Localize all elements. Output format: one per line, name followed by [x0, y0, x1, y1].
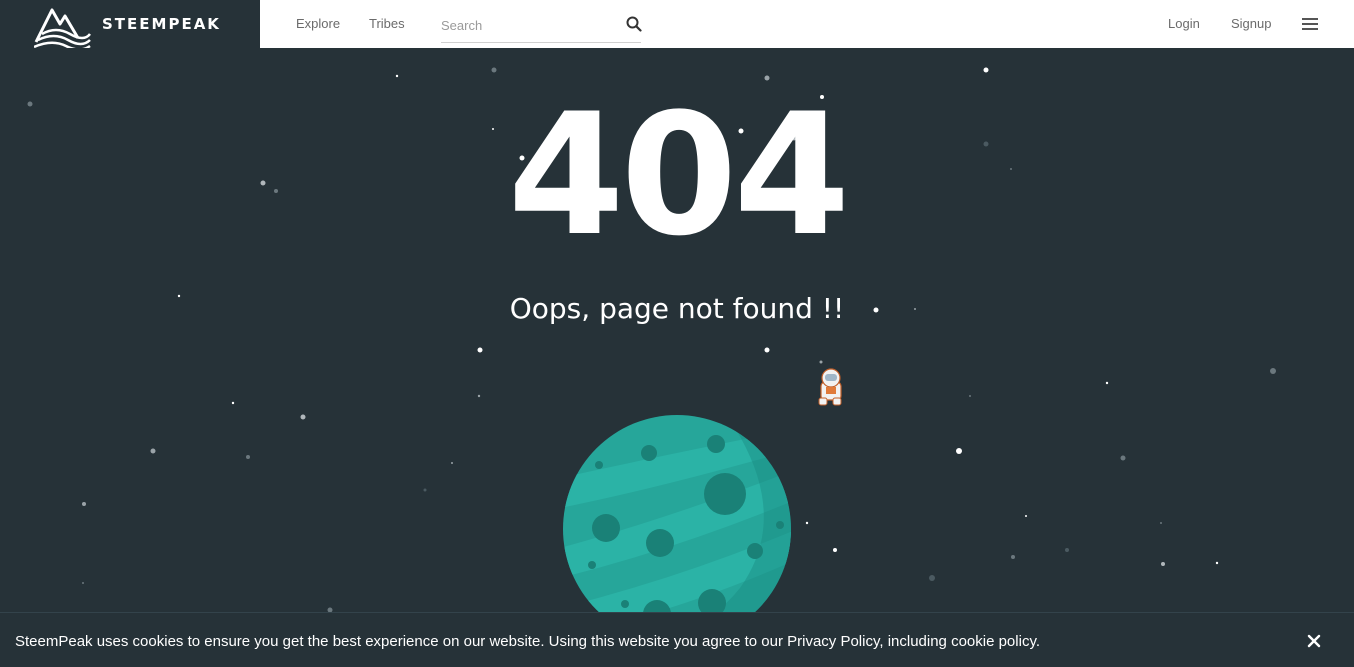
cookie-banner-text: SteemPeak uses cookies to ensure you get… [15, 633, 1040, 650]
error-scene: 404 Oops, page not found !! [0, 48, 1354, 667]
nav-explore-link[interactable]: Explore [296, 16, 340, 31]
search-input[interactable] [441, 14, 621, 36]
login-link[interactable]: Login [1168, 16, 1200, 31]
search-icon[interactable] [626, 16, 642, 32]
error-message: Oops, page not found !! [509, 292, 845, 325]
cookie-banner: SteemPeak uses cookies to ensure you get… [0, 612, 1354, 667]
hamburger-menu-icon[interactable] [1302, 17, 1318, 31]
mountain-logo-icon [34, 8, 91, 48]
brand[interactable]: STEEMPEAK [0, 0, 260, 48]
top-navigation-bar: STEEMPEAK Explore Tribes Login Signup [0, 0, 1354, 48]
brand-name: STEEMPEAK [102, 15, 221, 33]
close-icon[interactable] [1306, 633, 1322, 649]
signup-link[interactable]: Signup [1231, 16, 1271, 31]
nav-tribes-link[interactable]: Tribes [369, 16, 405, 31]
search-box [441, 11, 642, 43]
error-code: 404 [507, 77, 851, 273]
astronaut-illustration [818, 368, 842, 406]
